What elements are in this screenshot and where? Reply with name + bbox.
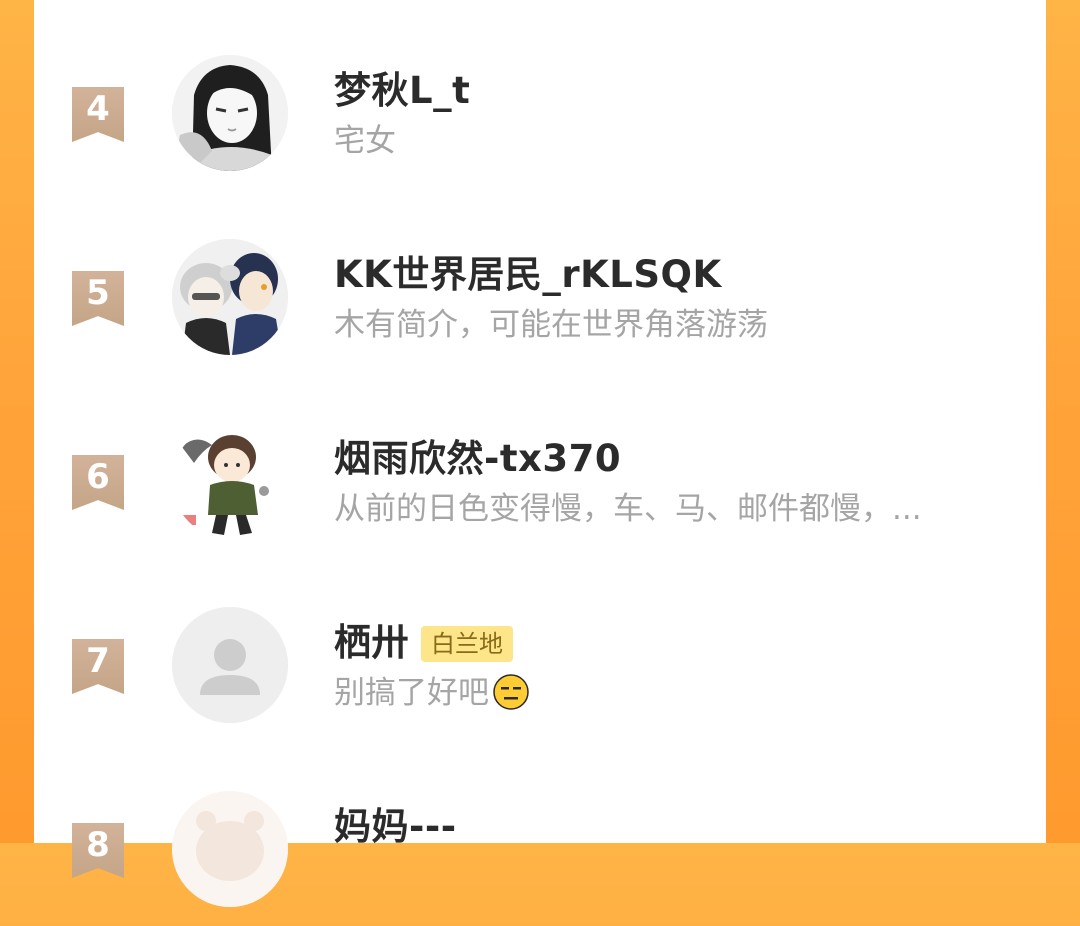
avatar[interactable] — [172, 239, 288, 355]
rank-badge: 8 — [72, 823, 124, 878]
user-bio-text: 别搞了好吧 — [334, 675, 489, 711]
user-bio: 宅女 — [334, 123, 396, 159]
user-bio: 别搞了好吧 — [334, 670, 994, 716]
list-item[interactable]: 4 梦秋L_t 宅女 — [34, 40, 1046, 190]
list-item[interactable]: 6 烟雨欣然-tx370 从前的日色变得慢，车、马、邮件都慢，... — [34, 408, 1046, 558]
expressionless-face-icon — [493, 673, 529, 710]
user-bio: 木有简介，可能在世界角落游荡 — [334, 307, 768, 343]
user-tag-badge: 白兰地 — [421, 626, 513, 662]
user-name[interactable]: 梦秋L_t — [334, 69, 470, 112]
rank-badge: 5 — [72, 271, 124, 326]
avatar[interactable] — [172, 607, 288, 723]
rank-badge: 7 — [72, 639, 124, 694]
list-item[interactable]: 8 妈妈--- — [34, 776, 1046, 926]
list-item[interactable]: 5 KK世界居民_rKLSQK 木有简介，可能在世界角落游荡 — [34, 224, 1046, 374]
rank-badge: 4 — [72, 87, 124, 142]
user-name[interactable]: KK世界居民_rKLSQK — [334, 253, 722, 296]
user-name[interactable]: 烟雨欣然-tx370 — [334, 437, 621, 480]
list-item[interactable]: 7 栖卅 白兰地 别搞了好吧 — [34, 592, 1046, 742]
avatar[interactable] — [172, 791, 288, 907]
user-name[interactable]: 妈妈--- — [334, 805, 457, 848]
user-bio: 从前的日色变得慢，车、马、邮件都慢，... — [334, 491, 922, 527]
ranking-list-panel: 4 梦秋L_t 宅女 5 KK世界居民_rKLSQK 木有简介，可能在世界角落游… — [34, 0, 1046, 907]
avatar[interactable] — [172, 55, 288, 171]
default-avatar-icon — [172, 607, 288, 723]
rank-badge: 6 — [72, 455, 124, 510]
user-name[interactable]: 栖卅 — [334, 621, 409, 664]
avatar[interactable] — [172, 423, 288, 539]
